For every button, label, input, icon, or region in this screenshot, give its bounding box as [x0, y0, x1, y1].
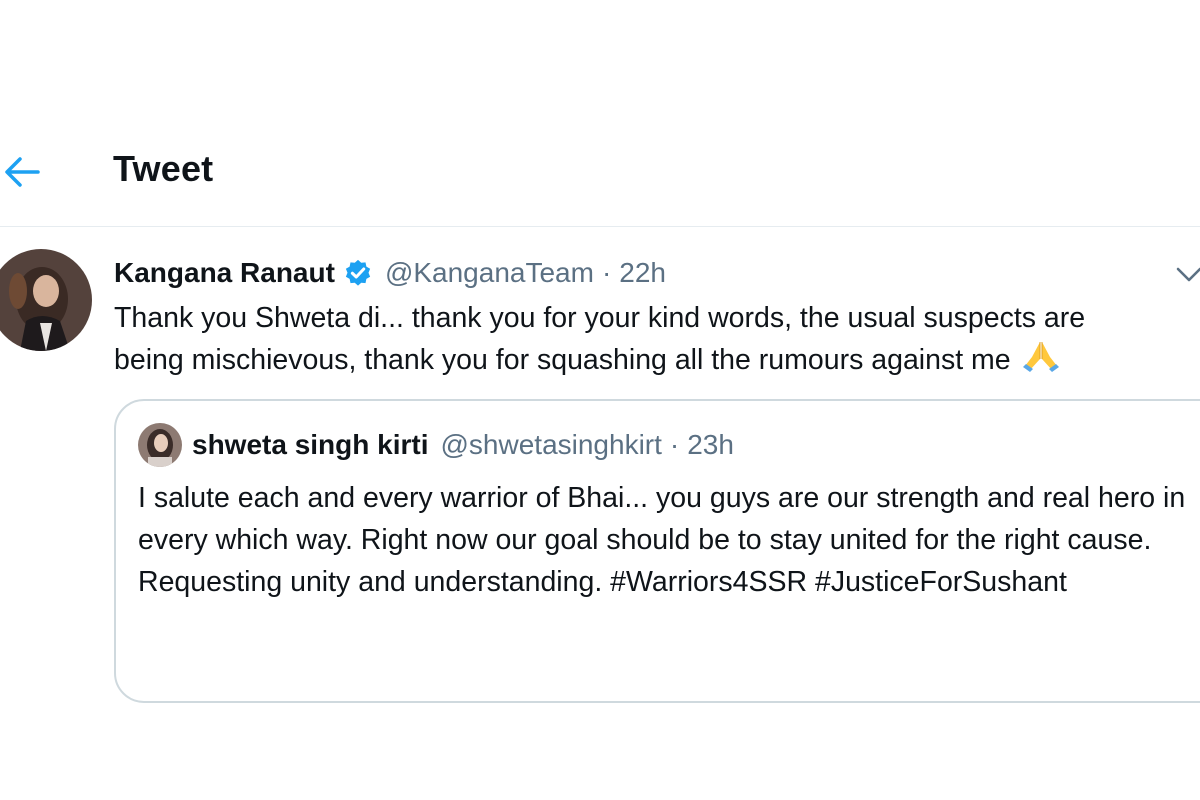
more-options-button[interactable] — [1172, 259, 1200, 289]
page-title: Tweet — [113, 148, 214, 189]
quoted-author-row: shweta singh kirti @shwetasinghkirt · 23… — [138, 423, 734, 467]
tweet-header: Tweet — [0, 120, 1200, 227]
tweet-text-line-with-emoji: being mischievous, thank you for squashi… — [114, 339, 1200, 385]
author-handle[interactable]: @KanganaTeam — [385, 257, 594, 289]
quoted-author-handle: @shwetasinghkirt — [440, 429, 662, 460]
quoted-author-name: shweta singh kirti — [192, 429, 429, 460]
tweet-text-line: Thank you Shweta di... thank you for you… — [114, 302, 1086, 334]
tweet-text-line: being mischievous, thank you for squashi… — [114, 344, 1011, 376]
verified-badge-icon — [343, 258, 373, 288]
separator-dot: · — [601, 257, 612, 288]
quoted-tweet-text: I salute each and every warrior of Bhai.… — [138, 482, 1186, 598]
quoted-avatar — [138, 423, 182, 467]
back-button[interactable] — [2, 152, 42, 192]
arrow-left-icon — [5, 157, 40, 187]
separator-dot: · — [669, 429, 680, 460]
quoted-tweet[interactable]: shweta singh kirti @shwetasinghkirt · 23… — [114, 399, 1200, 703]
quoted-timestamp: 23h — [687, 429, 734, 460]
tweet: Kangana Ranaut @KanganaTeam · 22h Thank … — [0, 227, 1200, 703]
tweet-author-row: Kangana Ranaut @KanganaTeam · 22h — [114, 253, 666, 293]
avatar[interactable] — [0, 249, 92, 351]
tweet-timestamp[interactable]: 22h — [619, 257, 666, 289]
author-name[interactable]: Kangana Ranaut — [114, 257, 335, 289]
chevron-down-icon — [1176, 267, 1200, 282]
folded-hands-icon — [1021, 339, 1061, 385]
tweet-text: Thank you Shweta di... thank you for you… — [114, 297, 1200, 385]
